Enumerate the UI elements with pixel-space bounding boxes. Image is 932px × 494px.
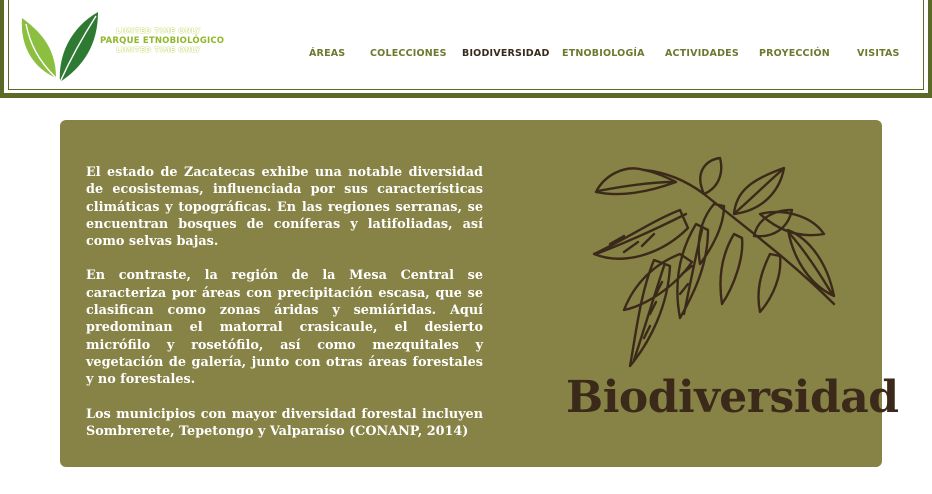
site-header: LIMITED TIME ONLY PARQUE ETNOBIOLÓGICO L…: [0, 0, 932, 98]
page-title: Biodiversidad: [566, 372, 899, 423]
brand-ghost-text-2: LIMITED TIME ONLY: [116, 46, 201, 54]
nav-item-visitas[interactable]: VISITAS: [857, 48, 900, 59]
brand[interactable]: LIMITED TIME ONLY PARQUE ETNOBIOLÓGICO L…: [100, 27, 224, 55]
nav-item-colecciones[interactable]: COLECCIONES: [370, 48, 447, 59]
nav-item-etnobiologia[interactable]: ETNOBIOLOGÍA: [562, 48, 645, 59]
nav-item-biodiversidad[interactable]: BIODIVERSIDAD: [462, 48, 550, 59]
nav-item-proyeccion[interactable]: PROYECCIÓN: [759, 48, 830, 59]
paragraph-2: En contraste, la región de la Mesa Centr…: [86, 268, 483, 388]
biodiversity-text: El estado de Zacatecas exhibe una notabl…: [86, 164, 483, 457]
brand-ghost-text: LIMITED TIME ONLY: [116, 27, 201, 35]
nav-item-areas[interactable]: ÁREAS: [309, 48, 345, 59]
paragraph-1: El estado de Zacatecas exhibe una notabl…: [86, 165, 483, 250]
nav-item-actividades[interactable]: ACTIVIDADES: [665, 48, 739, 59]
leaf-branch-icon: [592, 156, 836, 368]
brand-name[interactable]: PARQUE ETNOBIOLÓGICO: [100, 36, 224, 46]
paragraph-3: Los municipios con mayor diversidad fore…: [86, 406, 483, 439]
green-leaves-icon[interactable]: [16, 8, 102, 86]
